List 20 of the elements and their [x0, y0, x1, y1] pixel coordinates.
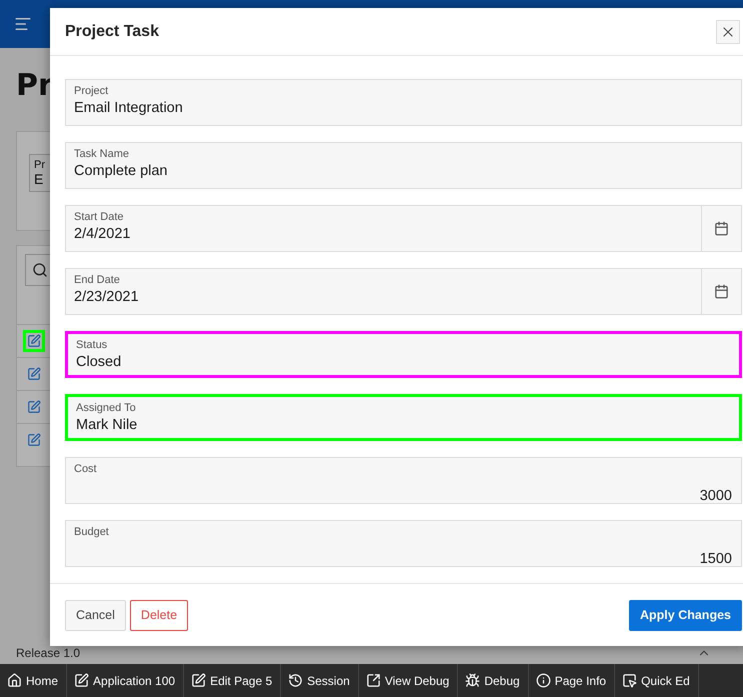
field-value: Closed: [76, 354, 122, 370]
field-value: 2/23/2021: [74, 289, 139, 305]
field-label: Status: [76, 339, 108, 351]
field-value: 2/4/2021: [74, 226, 130, 242]
field-label: Budget: [74, 526, 110, 538]
field-label: Project: [74, 85, 110, 97]
field-value: Complete plan: [74, 163, 168, 179]
field-label: Assigned To: [76, 402, 137, 414]
field-label: Task Name: [74, 148, 130, 160]
release-label: Release 1.0: [16, 646, 80, 660]
field-value: Mark Nile: [76, 417, 138, 433]
page-title: Pr: [16, 68, 53, 103]
field-value: Email Integration: [74, 100, 183, 116]
field-value: 3000: [700, 488, 732, 504]
dialog-title: Project Task: [65, 22, 159, 40]
field-label: Cost: [74, 463, 98, 475]
field-label: Start Date: [74, 211, 125, 223]
field-value: 1500: [700, 551, 732, 567]
field-label: End Date: [74, 274, 121, 286]
field-label: Pr: [34, 159, 46, 171]
